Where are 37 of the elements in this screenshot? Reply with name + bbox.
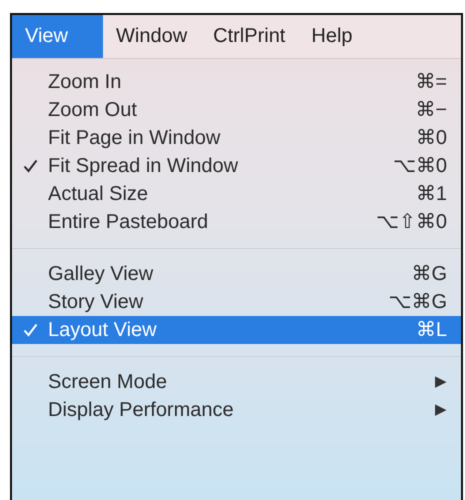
menu-item[interactable]: Fit Page in Window ⌘0	[12, 124, 461, 152]
submenu-arrow: ▶	[435, 372, 447, 392]
menu-item[interactable]: Display Performance ▶	[12, 396, 461, 424]
menu-item-label: Story View	[48, 291, 144, 313]
menu-item-label: Zoom In	[48, 71, 122, 93]
menu-item[interactable]: Story View ⌥⌘G	[12, 288, 461, 316]
menu-item[interactable]: Zoom In ⌘=	[12, 68, 461, 96]
menu-item[interactable]: Galley View ⌘G	[12, 260, 461, 288]
menu-item[interactable]: Screen Mode ▶	[12, 368, 461, 396]
shortcut-label: ⌘=	[415, 70, 447, 95]
menu-bar-item[interactable]: CtrlPrint	[200, 15, 298, 58]
submenu-arrow: ▶	[435, 400, 447, 420]
menu-item[interactable]: Zoom Out ⌘−	[12, 96, 461, 124]
shortcut-label: ⌥⌘0	[392, 154, 447, 179]
menu-item-label: Actual Size	[48, 183, 148, 205]
menu-bar-item[interactable]: Help	[298, 15, 366, 58]
menu-item-label: Fit Spread in Window	[48, 155, 238, 177]
menu-item-label: Layout View	[48, 319, 157, 341]
shortcut-label: ⌘−	[415, 98, 447, 123]
shortcut-label: ⌘1	[416, 182, 447, 207]
menu-item[interactable]: Fit Spread in Window ⌥⌘0	[12, 152, 461, 180]
shortcut-label: ⌘G	[411, 262, 447, 287]
menu-item-label: Display Performance	[48, 399, 234, 421]
menu-item-label: Zoom Out	[48, 99, 137, 121]
menu-item[interactable]: Entire Pasteboard ⌥⇧⌘0	[12, 208, 461, 236]
menu-item[interactable]: Actual Size ⌘1	[12, 180, 461, 208]
menu-item-label: Galley View	[48, 263, 154, 285]
menu-item-label: Screen Mode	[48, 371, 167, 393]
shortcut-label: ⌘L	[416, 318, 447, 343]
shortcut-label: ⌥⇧⌘0	[376, 210, 447, 235]
menu-item-label: Fit Page in Window	[48, 127, 220, 149]
menu-bar-item[interactable]: View	[12, 15, 103, 58]
menu-item-label: Entire Pasteboard	[48, 211, 208, 233]
menu-bar-item[interactable]: Window	[103, 15, 200, 58]
shortcut-label: ⌥⌘G	[388, 290, 447, 315]
shortcut-label: ⌘0	[416, 126, 447, 151]
menu-item[interactable]: Layout View ⌘L	[12, 316, 461, 344]
